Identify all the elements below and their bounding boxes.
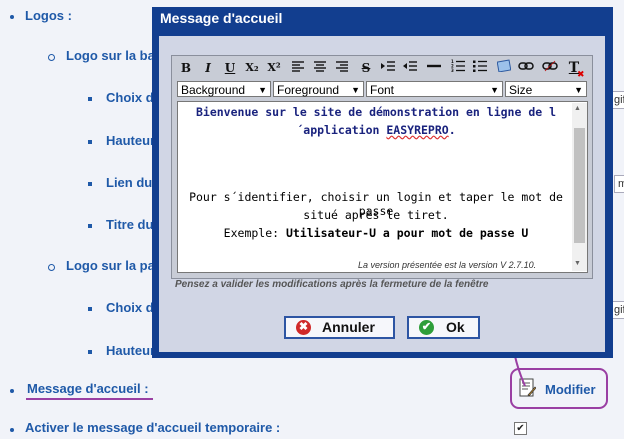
login-line-2: situé après le tiret.	[303, 208, 449, 222]
field-hauteur-2: Hauteur	[106, 343, 156, 358]
outdent-icon[interactable]	[401, 59, 419, 77]
cancel-button[interactable]: ✖ Annuler	[284, 316, 395, 339]
align-left-icon[interactable]	[289, 59, 307, 77]
section-logo-ba: Logo sur la ba	[66, 48, 155, 63]
section-message-accueil: Message d'accueil :	[27, 381, 149, 396]
bullet	[88, 224, 92, 228]
ok-label: Ok	[446, 319, 465, 335]
chevron-down-icon: ▼	[351, 85, 360, 95]
ok-button[interactable]: ✔ Ok	[407, 316, 480, 339]
align-right-icon[interactable]	[333, 59, 351, 77]
bullet	[88, 307, 92, 311]
field-lien: Lien du	[106, 175, 153, 190]
bullet	[48, 264, 55, 271]
numbered-list-icon[interactable]: 123	[449, 59, 467, 77]
background-select-value: Background	[181, 83, 246, 97]
link-icon[interactable]	[517, 59, 535, 77]
field-choix-1: Choix d	[106, 90, 154, 105]
font-select-value: Font	[370, 83, 395, 97]
welcome-line-2-end: .	[448, 123, 456, 137]
welcome-line-2-start: ´application	[296, 123, 387, 137]
scrollbar-thumb[interactable]	[574, 128, 585, 243]
font-select[interactable]: Font ▼	[366, 81, 503, 97]
check-icon: ✔	[419, 320, 434, 335]
foreground-select-value: Foreground	[277, 83, 340, 97]
size-select[interactable]: Size ▼	[505, 81, 587, 97]
background-color-select[interactable]: Background ▼	[177, 81, 271, 97]
align-center-icon[interactable]	[311, 59, 329, 77]
bullet	[10, 428, 14, 432]
field-input-snippet[interactable]: m	[614, 175, 624, 193]
example-credentials: Utilisateur-U a pour mot de passe U	[285, 226, 529, 240]
example-label: Exemple:	[223, 226, 286, 240]
insert-image-icon[interactable]	[495, 59, 513, 77]
underline-button[interactable]: U	[221, 59, 239, 77]
editor-toolbar: B I U X₂ X² S 123 T ✖	[177, 59, 587, 80]
section-logos: Logos :	[25, 8, 72, 23]
bullet	[10, 389, 14, 393]
bullet	[48, 54, 55, 61]
horizontal-rule-icon[interactable]	[425, 59, 443, 77]
field-titre: Titre du	[106, 217, 154, 232]
field-choix-2: Choix d	[106, 300, 154, 315]
indent-icon[interactable]	[379, 59, 397, 77]
welcome-line-2: ´application EASYREPRO.	[182, 123, 570, 137]
remove-format-icon[interactable]: T ✖	[565, 59, 585, 80]
bullet-list-icon[interactable]	[471, 59, 489, 77]
chevron-down-icon: ▼	[574, 85, 583, 95]
chevron-down-icon: ▼	[490, 85, 499, 95]
svg-text:3: 3	[451, 68, 454, 72]
bullet	[88, 182, 92, 186]
bullet	[10, 15, 14, 19]
scroll-down-icon[interactable]: ▼	[574, 260, 581, 267]
bold-button[interactable]: B	[177, 59, 195, 77]
app-name: EASYREPRO	[386, 123, 449, 137]
login-example: Exemple: Utilisateur-U a pour mot de pas…	[182, 226, 570, 240]
activer-checkbox[interactable]: ✔	[514, 422, 527, 435]
superscript-button[interactable]: X²	[265, 59, 283, 77]
bullet	[88, 140, 92, 144]
foreground-color-select[interactable]: Foreground ▼	[273, 81, 364, 97]
section-logo-pa: Logo sur la pa	[66, 258, 155, 273]
scroll-up-icon[interactable]: ▲	[574, 105, 581, 112]
section-activer-message: Activer le message d'accueil temporaire …	[25, 420, 281, 435]
welcome-line-1: Bienvenue sur le site de démonstration e…	[195, 105, 557, 119]
unlink-icon[interactable]	[541, 59, 559, 77]
strikethrough-button[interactable]: S	[357, 59, 375, 77]
version-text: La version présentée est la version V 2.…	[358, 260, 537, 270]
subscript-button[interactable]: X₂	[243, 59, 261, 77]
size-select-value: Size	[509, 83, 533, 97]
bullet	[88, 350, 92, 354]
italic-button[interactable]: I	[199, 59, 217, 77]
bullet	[88, 97, 92, 101]
hint-text: Pensez a valider les modifications après…	[175, 279, 489, 290]
chevron-down-icon: ▼	[258, 85, 267, 95]
field-hauteur-1: Hauteur	[106, 133, 156, 148]
cancel-label: Annuler	[322, 319, 375, 335]
cancel-icon: ✖	[296, 320, 311, 335]
dialog-title: Message d'accueil	[160, 10, 283, 26]
annotation-underline	[26, 398, 153, 400]
